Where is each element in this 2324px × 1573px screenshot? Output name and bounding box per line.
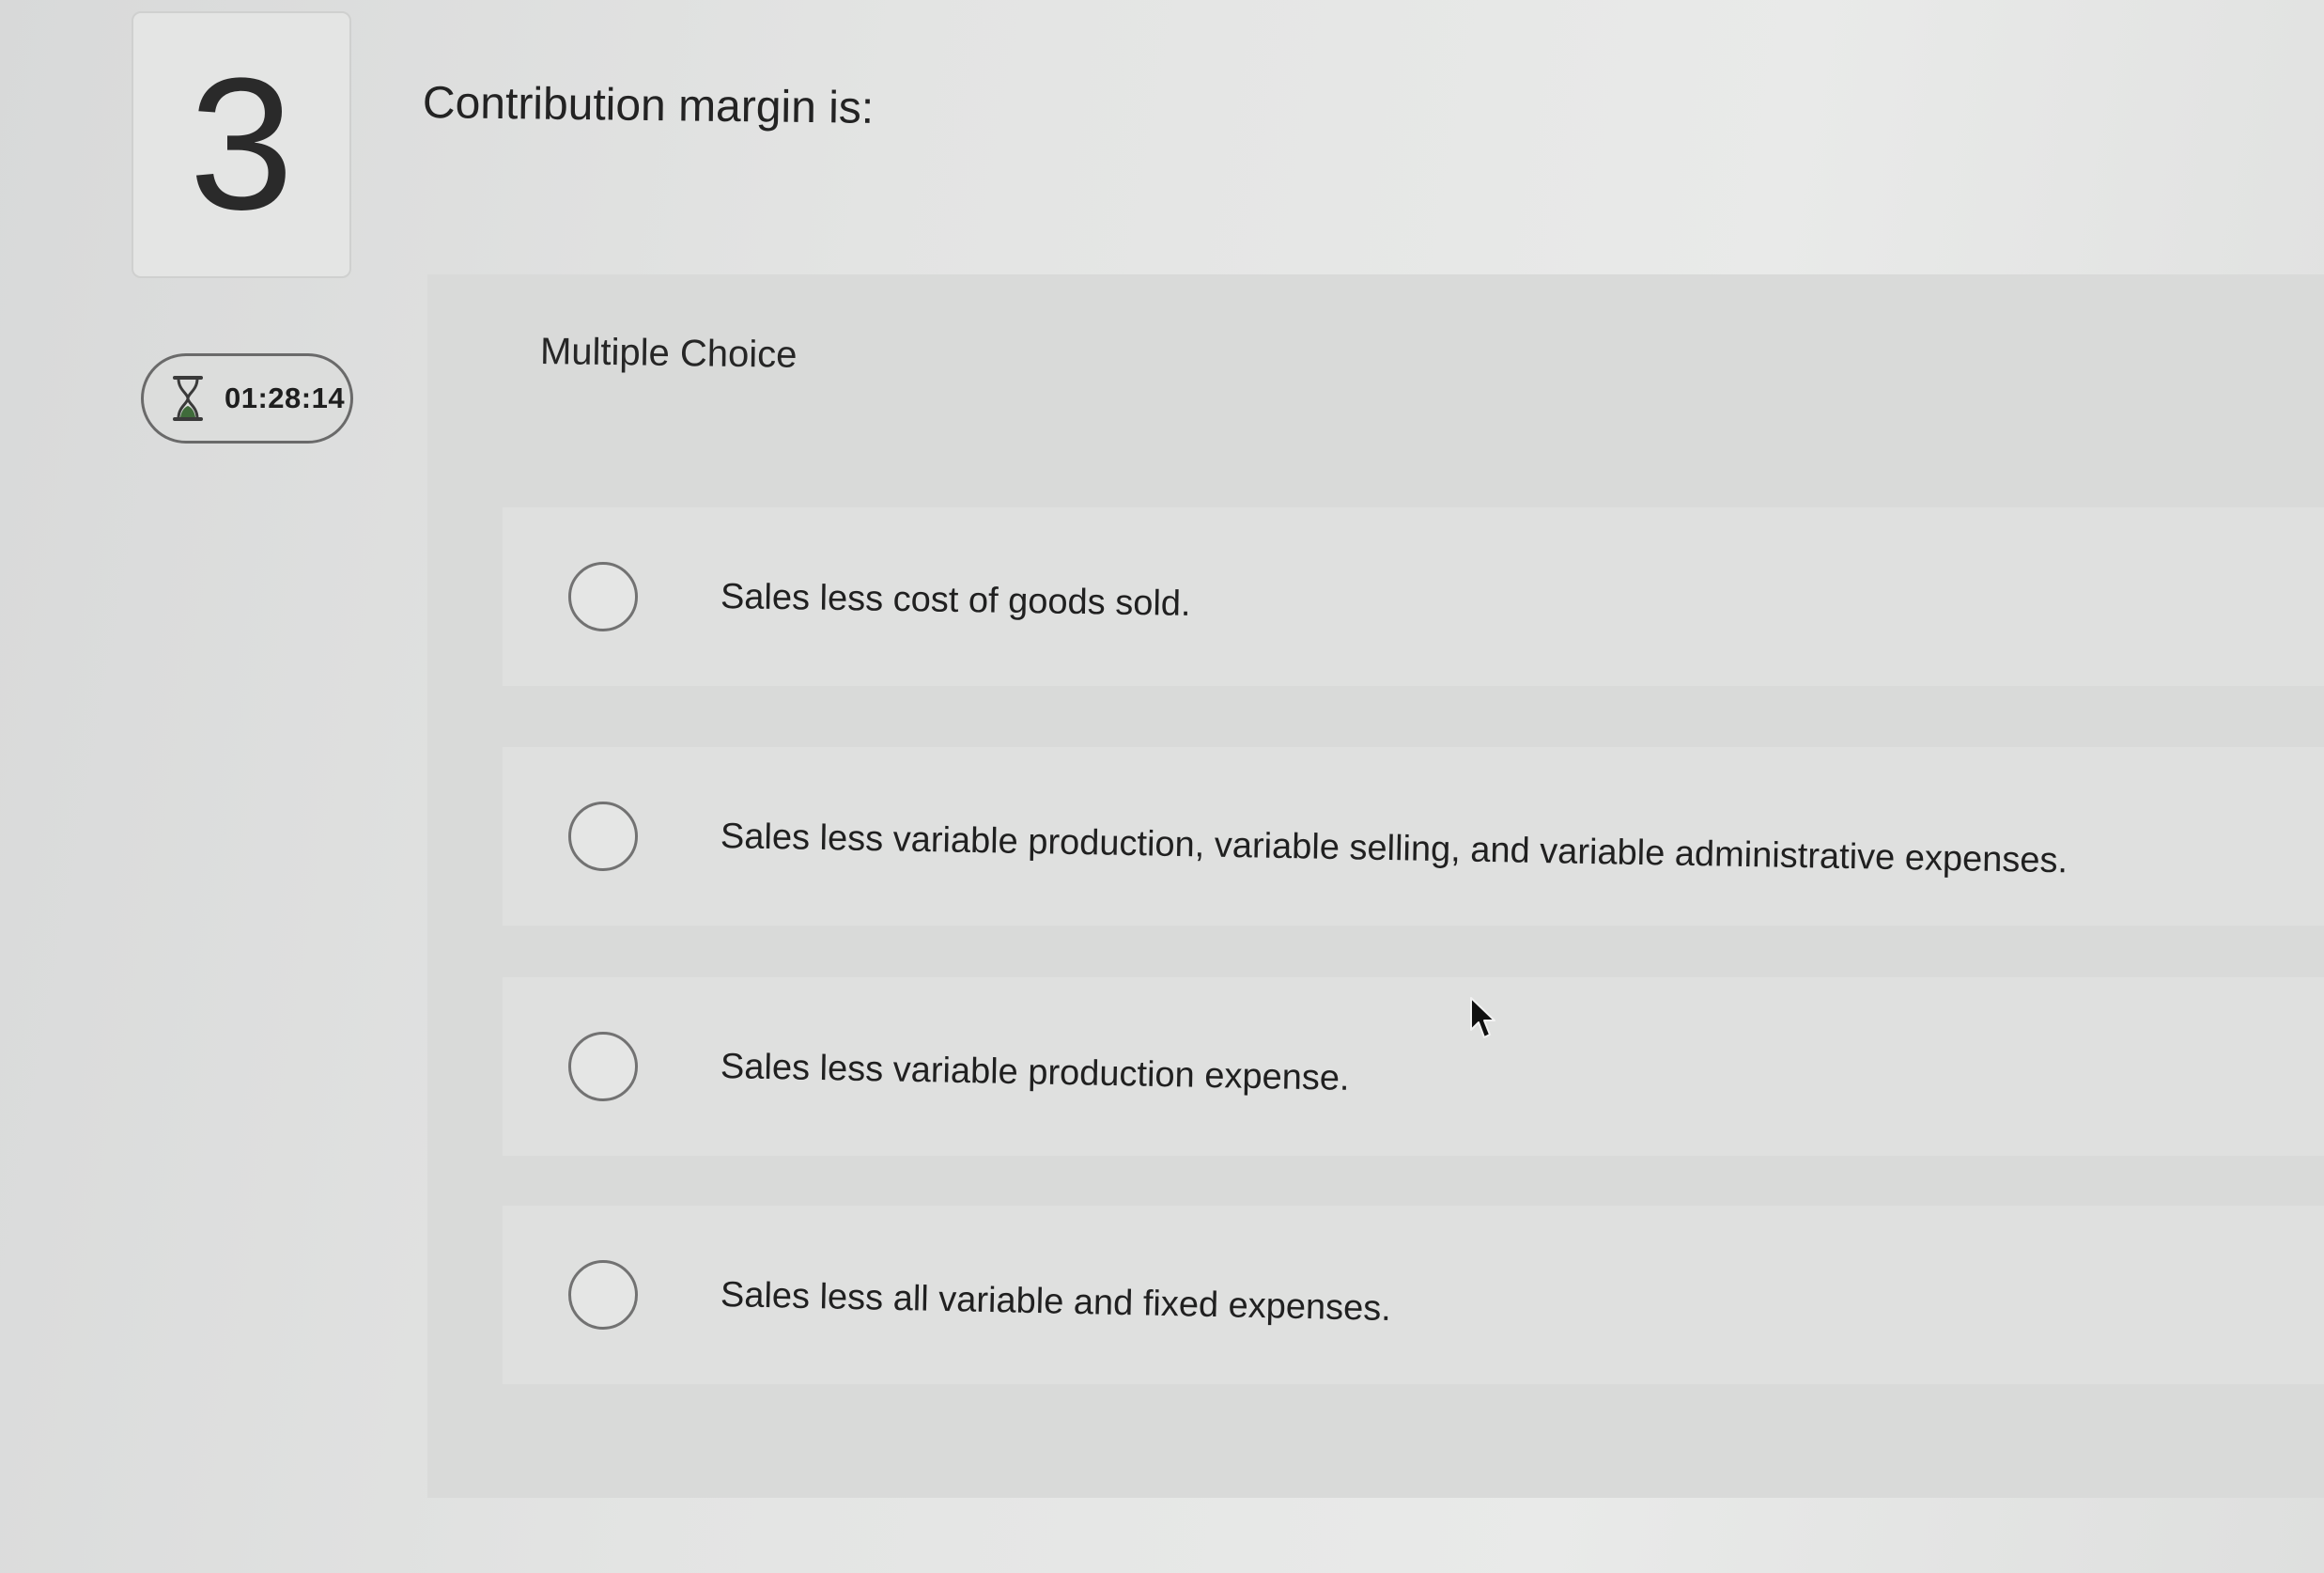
question-type-label: Multiple Choice <box>539 331 798 376</box>
choice-option[interactable]: Sales less variable production expense. <box>503 977 2324 1156</box>
choice-radio[interactable] <box>568 562 638 631</box>
choice-label: Sales less cost of goods sold. <box>720 576 1191 624</box>
question-number: 3 <box>189 39 294 249</box>
choice-radio[interactable] <box>568 1032 638 1101</box>
choice-label: Sales less variable production expense. <box>720 1046 1350 1098</box>
choice-option[interactable]: Sales less all variable and fixed expens… <box>503 1206 2324 1384</box>
hourglass-icon <box>172 375 204 422</box>
timer-text: 01:28:14 <box>225 382 346 414</box>
timer-badge[interactable]: 01:28:14 <box>141 353 353 444</box>
choice-option[interactable]: Sales less variable production, variable… <box>503 747 2324 926</box>
question-prompt: Contribution margin is: <box>422 78 875 133</box>
choice-radio[interactable] <box>568 802 638 871</box>
question-number-box: 3 <box>132 11 351 278</box>
mouse-pointer-icon <box>1470 997 1495 1038</box>
choice-label: Sales less variable production, variable… <box>720 816 2068 880</box>
choice-label: Sales less all variable and fixed expens… <box>720 1274 1392 1329</box>
choice-option[interactable]: Sales less cost of goods sold. <box>503 507 2324 686</box>
choice-radio[interactable] <box>568 1260 638 1330</box>
